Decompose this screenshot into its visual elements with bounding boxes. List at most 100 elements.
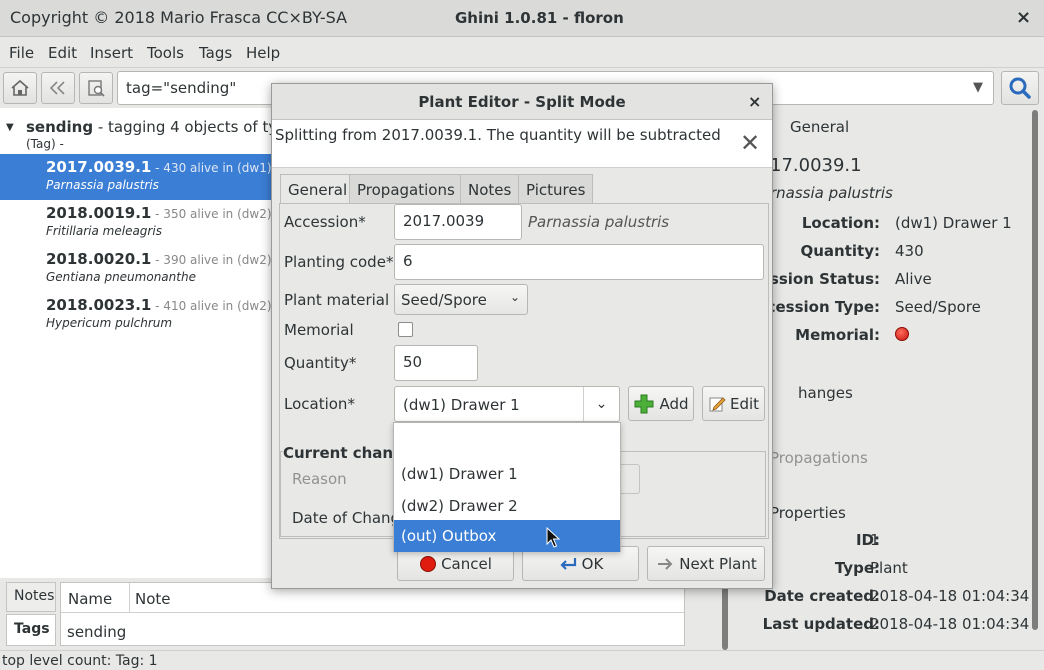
dialog-titlebar: Plant Editor - Split Mode × xyxy=(272,84,772,120)
quantity-value: 430 xyxy=(895,242,924,260)
search-button[interactable] xyxy=(1001,71,1039,105)
menu-tags[interactable]: Tags xyxy=(199,44,232,62)
message-close-icon[interactable]: ✕ xyxy=(740,129,760,157)
memorial-label: Memorial: xyxy=(795,326,880,344)
cancel-label: Cancel xyxy=(441,554,492,573)
section-changes[interactable]: hanges xyxy=(798,384,853,402)
quantity-label: Quantity: xyxy=(800,242,881,260)
accession-species: Parnassia palustris xyxy=(528,213,670,231)
plant-species: Fritillaria meleagris xyxy=(46,224,162,238)
notes-table: Name Note sending xyxy=(60,582,685,646)
acc-type-value: Seed/Spore xyxy=(895,298,981,316)
memorial-checkbox[interactable] xyxy=(398,322,413,337)
required-marker: * xyxy=(348,354,357,372)
tab-propagations[interactable]: Propagations xyxy=(349,174,463,203)
plant-code: 2018.0019.1 xyxy=(46,204,152,222)
dropdown-option-dw1[interactable]: (dw1) Drawer 1 xyxy=(394,458,620,490)
next-plant-button[interactable]: Next Plant xyxy=(647,546,765,581)
home-icon xyxy=(11,79,29,96)
statusbar: top level count: Tag: 1 xyxy=(0,650,1044,670)
forward-icon xyxy=(658,557,673,570)
memorial-indicator xyxy=(895,327,909,341)
edit-icon xyxy=(709,396,726,411)
tab-general[interactable]: General xyxy=(280,174,356,204)
menu-insert[interactable]: Insert xyxy=(90,44,133,62)
right-scrollbar[interactable] xyxy=(1030,110,1040,630)
column-divider xyxy=(129,583,130,613)
dialog-title: Plant Editor - Split Mode xyxy=(418,93,626,111)
required-marker: * xyxy=(358,213,366,231)
section-general[interactable]: General xyxy=(790,118,849,136)
plant-material-select[interactable]: Seed/Spore ⌄ xyxy=(394,284,528,315)
tab-pictures[interactable]: Pictures xyxy=(518,174,594,203)
return-icon xyxy=(560,557,576,570)
menu-help[interactable]: Help xyxy=(246,44,280,62)
plus-icon xyxy=(634,394,654,413)
stop-icon xyxy=(420,555,437,572)
tag-name: sending xyxy=(26,118,94,136)
back-button[interactable] xyxy=(41,72,75,104)
chevron-down-icon[interactable]: ⌄ xyxy=(583,387,619,421)
ok-label: OK xyxy=(581,554,604,573)
updated-value: 2018-04-18 01:04:34 xyxy=(870,615,1030,633)
location-dropdown: (dw1) Drawer 1 (dw2) Drawer 2 (out) Outb… xyxy=(393,422,621,552)
location-value: (dw1) Drawer 1 xyxy=(403,396,520,414)
planting-code-field[interactable]: 6 xyxy=(394,244,764,280)
status-text: top level count: Tag: 1 xyxy=(2,653,158,669)
menu-file[interactable]: File xyxy=(9,44,34,62)
required-marker: * xyxy=(385,253,394,271)
next-plant-label: Next Plant xyxy=(679,554,757,573)
reason-label: Reason xyxy=(292,470,347,488)
scrollbar-thumb[interactable] xyxy=(1032,110,1038,630)
plant-material-value: Seed/Spore xyxy=(401,291,487,309)
expander-icon[interactable]: ▼ xyxy=(6,122,14,133)
info-message-bar: Splitting from 2017.0039.1. The quantity… xyxy=(272,120,772,168)
dropdown-option-outbox[interactable]: (out) Outbox xyxy=(394,520,620,552)
search-value: tag="sending" xyxy=(126,79,237,97)
window-title: Ghini 1.0.81 - floron xyxy=(455,9,624,27)
menubar: File Edit Insert Tools Tags Help xyxy=(0,37,1044,68)
location-label: Location xyxy=(284,395,348,413)
chevron-down-icon: ⌄ xyxy=(509,290,520,304)
location-combo[interactable]: (dw1) Drawer 1 ⌄ xyxy=(394,386,620,422)
tag-subtitle: (Tag) - xyxy=(26,137,64,151)
accession-field[interactable]: 2017.0039 xyxy=(394,204,522,240)
menu-edit[interactable]: Edit xyxy=(48,44,77,62)
menu-tools[interactable]: Tools xyxy=(147,44,184,62)
back-icon xyxy=(49,81,65,95)
created-label: Date created: xyxy=(764,587,880,605)
tab-tags[interactable]: Tags xyxy=(6,614,56,646)
edit-label: Edit xyxy=(729,394,760,413)
memorial-label: Memorial xyxy=(284,321,354,339)
copyright-text: Copyright © 2018 Mario Frasca CC×BY-SA xyxy=(10,8,348,27)
window-close-button[interactable]: × xyxy=(1016,7,1031,28)
section-propagations[interactable]: Propagations xyxy=(770,449,868,467)
home-button[interactable] xyxy=(3,72,37,104)
dropdown-option-empty[interactable] xyxy=(394,423,620,458)
add-label: Add xyxy=(659,394,689,413)
tab-notes[interactable]: Notes xyxy=(460,174,520,203)
add-location-button[interactable]: Add xyxy=(628,386,694,421)
quantity-field[interactable]: 50 xyxy=(394,345,478,381)
plant-species: Parnassia palustris xyxy=(46,178,159,192)
dropdown-option-dw2[interactable]: (dw2) Drawer 2 xyxy=(394,490,620,522)
acc-type-label: ccession Type: xyxy=(757,298,880,316)
split-message: Splitting from 2017.0039.1. The quantity… xyxy=(275,126,725,144)
dialog-close-button[interactable]: × xyxy=(748,92,761,111)
updated-label: Last updated: xyxy=(762,615,880,633)
info-code: 17.0039.1 xyxy=(770,155,862,176)
chevron-down-icon[interactable]: ▼ xyxy=(973,80,983,95)
id-value: 1 xyxy=(870,531,880,549)
window-titlebar: Copyright © 2018 Mario Frasca CC×BY-SA G… xyxy=(0,0,1044,37)
column-note[interactable]: Note xyxy=(135,590,171,608)
section-properties[interactable]: Properties xyxy=(770,504,846,522)
history-button[interactable] xyxy=(79,72,113,104)
plant-code: 2017.0039.1 xyxy=(46,158,152,176)
type-value: Plant xyxy=(870,559,908,577)
tab-notes[interactable]: Notes xyxy=(6,582,56,612)
quantity-label: Quantity xyxy=(284,354,349,372)
plant-code: 2018.0020.1 xyxy=(46,250,152,268)
edit-location-button[interactable]: Edit xyxy=(702,386,765,421)
location-value: (dw1) Drawer 1 xyxy=(895,214,1012,232)
column-name[interactable]: Name xyxy=(68,590,112,608)
